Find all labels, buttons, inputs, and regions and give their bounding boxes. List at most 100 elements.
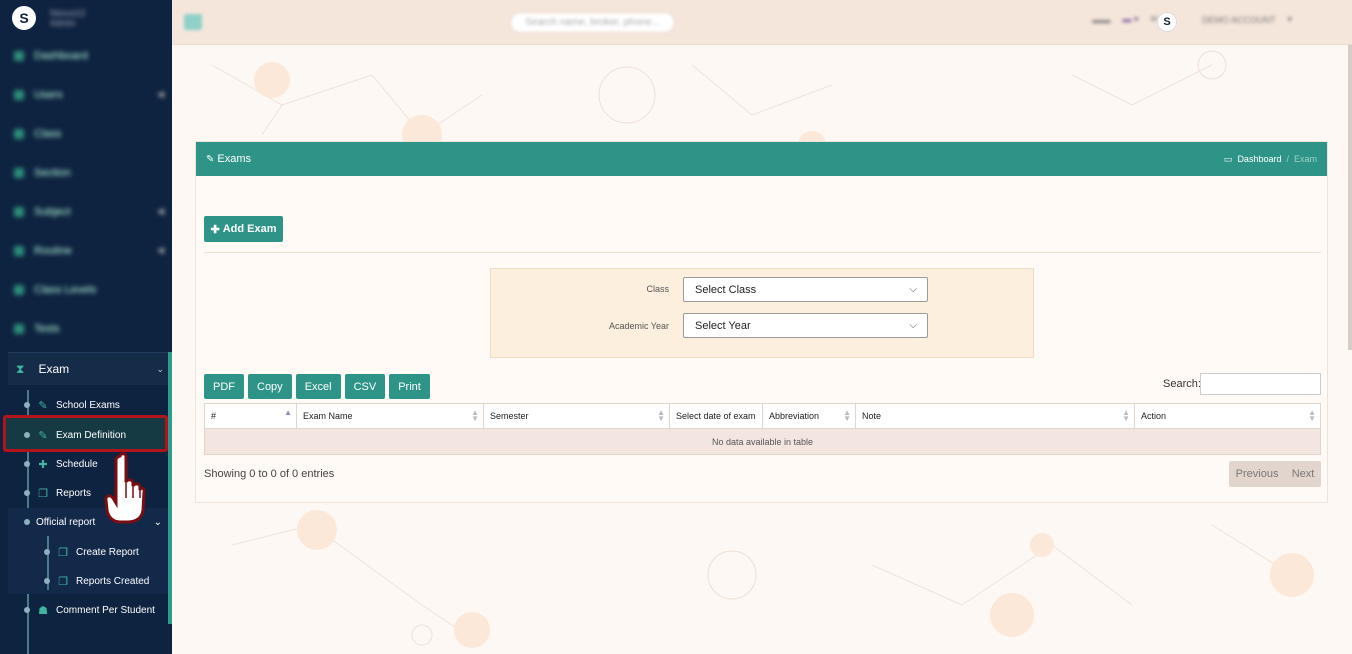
language-icon[interactable]: ▬▬ bbox=[1092, 15, 1110, 25]
academic-year-select[interactable]: Select Year ⌵ bbox=[683, 313, 928, 338]
sidebar-item-label: Users bbox=[34, 88, 63, 101]
account-label: DEMO ACCOUNT bbox=[1201, 14, 1276, 25]
column-header-label: Semester bbox=[490, 411, 529, 421]
pointing-hand-icon bbox=[104, 452, 146, 524]
sidebar-subitem-label: Reports Created bbox=[76, 575, 150, 587]
sidebar-item-section[interactable]: Section bbox=[0, 153, 172, 192]
year-select-value: Select Year bbox=[695, 319, 751, 332]
academic-year-label: Academic Year bbox=[608, 321, 669, 331]
caret-icon: ◀ bbox=[157, 245, 164, 255]
column-header-label: Note bbox=[862, 411, 882, 421]
sidebar-subitem-comment-per-student[interactable]: ☗ Comment Per Student bbox=[24, 596, 155, 624]
breadcrumb: ▭ Dashboard / Exam bbox=[1224, 154, 1317, 165]
account-avatar-icon[interactable]: S bbox=[1157, 12, 1177, 32]
top-right-controls: ▬▬ ▬ ▾ ✉ DEMO ACCOUNT ▾ bbox=[1092, 14, 1292, 25]
menu-toggle-icon[interactable] bbox=[184, 14, 202, 30]
subject-icon bbox=[14, 206, 24, 217]
brand-line-2: Admin bbox=[50, 18, 76, 28]
sidebar-item-label: Tests bbox=[34, 322, 60, 335]
tree-bullet bbox=[24, 490, 30, 496]
print-button[interactable]: Print bbox=[389, 374, 430, 399]
sidebar-brand: S Nexus12 Admin bbox=[0, 0, 172, 36]
table-search-input[interactable] bbox=[1200, 373, 1321, 395]
next-page-button[interactable]: Next bbox=[1292, 468, 1315, 480]
table-search-label: Search: bbox=[1163, 378, 1201, 390]
account-menu[interactable]: DEMO ACCOUNT ▾ bbox=[1170, 14, 1292, 25]
sidebar-subitem-reports[interactable]: ❐ Reports bbox=[24, 479, 91, 507]
excel-button[interactable]: Excel bbox=[295, 374, 341, 399]
add-exam-label: Add Exam bbox=[222, 223, 277, 235]
divider bbox=[204, 252, 1321, 253]
chevron-down-icon: ⌄ bbox=[153, 516, 162, 528]
pencil-icon: ✎ bbox=[38, 399, 48, 412]
flag-icon[interactable]: ▬ ▾ bbox=[1122, 14, 1138, 25]
sidebar-subitem-label: Create Report bbox=[76, 546, 139, 558]
sort-icon: ▲ ▼ bbox=[657, 408, 665, 423]
top-navbar: Search name, broker, phone... ▬▬ ▬ ▾ ✉ D… bbox=[172, 0, 1352, 45]
sidebar-item-class[interactable]: Class bbox=[0, 114, 172, 153]
class-select[interactable]: Select Class ⌵ bbox=[683, 277, 928, 302]
brand-text: Nexus12 Admin bbox=[50, 8, 86, 28]
sidebar-item-tests[interactable]: Tests bbox=[0, 309, 172, 348]
add-exam-button[interactable]: ✚ Add Exam bbox=[204, 216, 283, 242]
exams-table: # ▲ Exam Name ▲ ▼ Semester ▲ ▼ Select date of… bbox=[204, 403, 1321, 455]
sidebar-item-dashboard[interactable]: Dashboard bbox=[0, 36, 172, 75]
sidebar-item-routine[interactable]: Routine ◀ bbox=[0, 231, 172, 270]
previous-page-button[interactable]: Previous bbox=[1236, 468, 1279, 480]
sidebar-subitem-reports-created[interactable]: ❐ Reports Created bbox=[44, 567, 149, 595]
sidebar-subitem-label: Official report bbox=[36, 516, 96, 528]
chevron-down-icon: ▾ bbox=[1287, 14, 1292, 24]
sidebar-item-users[interactable]: Users ◀ bbox=[0, 75, 172, 114]
breadcrumb-home[interactable]: Dashboard bbox=[1237, 154, 1281, 164]
sidebar-item-subject[interactable]: Subject ◀ bbox=[0, 192, 172, 231]
tree-bullet bbox=[24, 461, 30, 467]
column-header-number[interactable]: # ▲ bbox=[204, 403, 297, 429]
sidebar-subitem-label: Reports bbox=[56, 487, 92, 499]
column-header-abbreviation[interactable]: Abbreviation ▲ ▼ bbox=[762, 403, 856, 429]
tree-bullet bbox=[24, 607, 30, 613]
pagination: Previous Next bbox=[1229, 461, 1321, 487]
sidebar-subitem-create-report[interactable]: ❐ Create Report bbox=[44, 538, 139, 566]
column-header-label: Exam Name bbox=[303, 411, 353, 421]
class-icon bbox=[14, 128, 24, 139]
column-header-exam-date[interactable]: Select date of exam bbox=[669, 403, 763, 429]
sidebar-item-label: Class Levels bbox=[34, 283, 97, 296]
copy-icon: ❐ bbox=[58, 546, 68, 559]
sidebar-item-exam[interactable]: ⧗ Exam ⌄ bbox=[8, 352, 172, 385]
copy-button[interactable]: Copy bbox=[248, 374, 292, 399]
sort-icon: ▲ ▼ bbox=[471, 408, 479, 423]
column-header-label: Action bbox=[1141, 411, 1167, 421]
pdf-button[interactable]: PDF bbox=[204, 374, 244, 399]
sidebar-item-class-levels[interactable]: Class Levels bbox=[0, 270, 172, 309]
pencil-icon: ✎ bbox=[38, 429, 48, 442]
sidebar-subitem-label: School Exams bbox=[56, 399, 120, 411]
chevron-down-icon: ⌵ bbox=[909, 320, 917, 331]
sidebar-subitem-label: Exam Definition bbox=[56, 429, 127, 441]
panel-header: ✎ Exams ▭ Dashboard / Exam bbox=[196, 142, 1327, 176]
column-header-action[interactable]: Action ▲ ▼ bbox=[1134, 403, 1321, 429]
sidebar-subitem-label: Schedule bbox=[56, 458, 98, 470]
global-search-input[interactable]: Search name, broker, phone... bbox=[510, 12, 675, 33]
levels-icon bbox=[14, 284, 24, 295]
column-header-exam-name[interactable]: Exam Name ▲ ▼ bbox=[296, 403, 484, 429]
sidebar-item-label: Exam bbox=[38, 362, 70, 376]
chevron-down-icon: ⌵ bbox=[909, 284, 917, 295]
sidebar-subitem-schedule[interactable]: ✚ Schedule bbox=[24, 450, 98, 478]
plus-icon: ✚ bbox=[210, 223, 220, 236]
sidebar-subitem-exam-definition[interactable]: ✎ Exam Definition bbox=[24, 421, 126, 449]
entries-info: Showing 0 to 0 of 0 entries bbox=[204, 468, 335, 480]
column-header-note[interactable]: Note ▲ ▼ bbox=[855, 403, 1135, 429]
school-logo-icon: S bbox=[12, 6, 36, 30]
tree-bullet bbox=[44, 578, 50, 584]
tree-bullet bbox=[24, 432, 30, 438]
sidebar-subitem-school-exams[interactable]: ✎ School Exams bbox=[24, 391, 120, 419]
csv-button[interactable]: CSV bbox=[344, 374, 386, 399]
class-select-value: Select Class bbox=[695, 283, 757, 296]
tree-bullet bbox=[24, 519, 30, 525]
export-buttons: PDF Copy Excel CSV Print bbox=[204, 374, 430, 399]
page-scrollbar[interactable] bbox=[1348, 45, 1352, 350]
sort-icon: ▲ ▼ bbox=[1122, 408, 1130, 423]
copy-icon: ❐ bbox=[38, 487, 48, 500]
copy-icon: ❐ bbox=[58, 575, 68, 588]
column-header-semester[interactable]: Semester ▲ ▼ bbox=[483, 403, 670, 429]
